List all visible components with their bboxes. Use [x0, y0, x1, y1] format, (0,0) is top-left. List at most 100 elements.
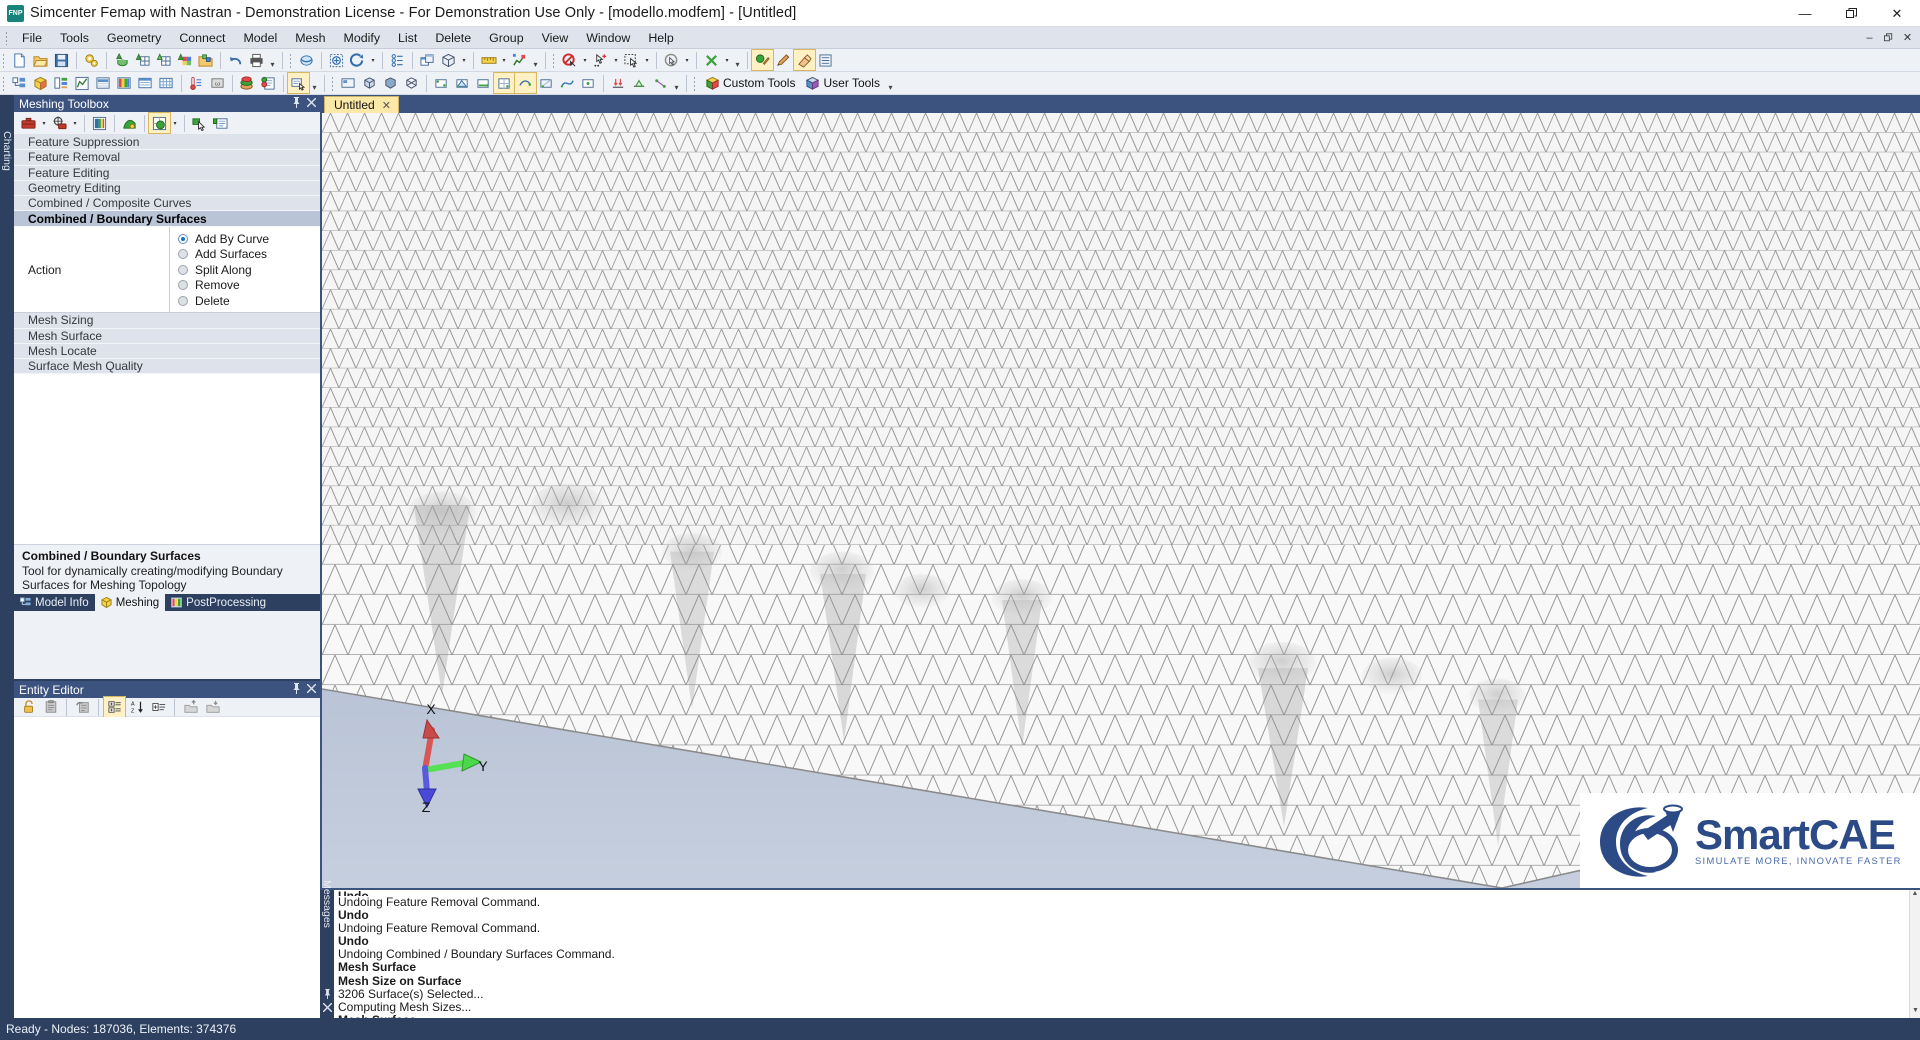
mesh-display-button[interactable] [493, 72, 516, 94]
view-cube-button[interactable] [438, 50, 459, 70]
messages-scrollbar[interactable]: ▲ ▼ [1909, 890, 1920, 1018]
pan-orbit-dropdown[interactable]: ▾ [368, 50, 378, 70]
toolbar-overflow-2[interactable]: ▾ [530, 50, 541, 70]
wireframe-button[interactable] [401, 73, 422, 93]
open-file-button[interactable] [30, 50, 51, 70]
tool-row-feature-removal[interactable]: Feature Removal [14, 150, 320, 166]
expand-all-button[interactable] [103, 696, 126, 718]
tool-row-geometry-editing[interactable]: Geometry Editing [14, 180, 320, 197]
contour-button[interactable] [114, 73, 135, 93]
undo-button[interactable] [225, 50, 246, 70]
rotate-view-button[interactable] [296, 50, 317, 70]
close-icon[interactable]: ✕ [382, 99, 391, 112]
tab-meshing[interactable]: Meshing [94, 594, 166, 612]
document-tab-untitled[interactable]: Untitled ✕ [324, 96, 399, 113]
output-sets-button[interactable]: ω [207, 73, 228, 93]
box-pick-button[interactable] [621, 50, 642, 70]
load-display-button[interactable] [608, 73, 629, 93]
measure-button[interactable] [478, 50, 499, 70]
refresh-props-button[interactable] [72, 697, 93, 717]
charting-vertical-tab[interactable]: Charting [0, 108, 14, 194]
pencil-button[interactable] [773, 50, 794, 70]
tool-row-surface-mesh-quality[interactable]: Surface Mesh Quality [14, 359, 320, 375]
close-icon[interactable] [306, 683, 317, 696]
save-entity-button[interactable] [202, 697, 223, 717]
toolbar-grip-4[interactable] [2, 75, 6, 91]
render-style-button[interactable] [359, 73, 380, 93]
curve-display-button[interactable] [557, 73, 578, 93]
save-button[interactable] [51, 50, 72, 70]
pan-orbit-button[interactable] [347, 50, 368, 70]
menu-help[interactable]: Help [639, 28, 682, 48]
radio-delete[interactable]: Delete [178, 293, 320, 309]
toolbox-button[interactable] [18, 113, 39, 133]
pin-icon[interactable] [320, 989, 334, 1003]
functions-button[interactable] [72, 73, 93, 93]
window-tile-button[interactable] [417, 50, 438, 70]
split-button[interactable] [153, 50, 174, 70]
pin-icon[interactable] [292, 682, 301, 697]
toolbar-grip-1[interactable] [2, 52, 6, 68]
no-pick-button[interactable] [559, 50, 580, 70]
circle-pick-dropdown[interactable]: ▾ [682, 50, 692, 70]
menu-mesh[interactable]: Mesh [286, 28, 334, 48]
sort-az-button[interactable]: A Z [126, 697, 147, 717]
boundary-surface-button[interactable] [148, 112, 171, 134]
tool-row-combined-composite-curves[interactable]: Combined / Composite Curves [14, 196, 320, 212]
mdi-close-button[interactable]: ✕ [1899, 30, 1916, 46]
target-toolbox-button[interactable] [49, 113, 70, 133]
element-display-button[interactable] [452, 73, 473, 93]
entity-info-button[interactable] [287, 72, 310, 94]
menu-tools[interactable]: Tools [51, 28, 98, 48]
new-file-button[interactable] [9, 50, 30, 70]
export-folder-button[interactable] [195, 50, 216, 70]
close-button[interactable]: ✕ [1874, 0, 1920, 27]
pin-icon[interactable] [292, 96, 301, 111]
menu-modify[interactable]: Modify [335, 28, 390, 48]
tool-row-mesh-locate[interactable]: Mesh Locate [14, 343, 320, 360]
view-select-button[interactable] [338, 73, 359, 93]
radio-add-surfaces[interactable]: Add Surfaces [178, 246, 320, 262]
free-edge-button[interactable] [473, 73, 494, 93]
point-display-button[interactable] [578, 73, 599, 93]
zoom-in-button[interactable] [326, 50, 347, 70]
properties-button[interactable] [51, 73, 72, 93]
clipboard-groups-button[interactable] [258, 73, 279, 93]
tool-row-feature-editing[interactable]: Feature Editing [14, 165, 320, 181]
grid-view-button[interactable] [156, 73, 177, 93]
target-toolbox-dropdown[interactable]: ▾ [70, 113, 80, 133]
postprocess-button[interactable] [509, 50, 530, 70]
lock-button[interactable] [18, 697, 39, 717]
measure-dropdown[interactable]: ▾ [499, 50, 509, 70]
mdi-restore-button[interactable] [1880, 30, 1897, 46]
more-tools-button[interactable] [815, 50, 836, 70]
node-display-button[interactable] [431, 73, 452, 93]
tool-row-mesh-surface[interactable]: Mesh Surface [14, 328, 320, 344]
toolbar-grip-2[interactable] [289, 52, 293, 68]
preferences-button[interactable] [81, 50, 102, 70]
thermal-button[interactable] [186, 73, 207, 93]
clear-pick-button[interactable] [701, 50, 722, 70]
toolbar-grip-3[interactable] [552, 52, 556, 68]
menu-delete[interactable]: Delete [426, 28, 480, 48]
tool-row-mesh-sizing[interactable]: Mesh Sizing [14, 313, 320, 329]
color-merge-button[interactable] [174, 50, 195, 70]
tab-model-info[interactable]: Model Info [14, 594, 95, 611]
connection-display-button[interactable] [650, 73, 671, 93]
add-property-button[interactable] [148, 697, 169, 717]
user-tools-button[interactable]: User Tools [800, 73, 884, 93]
custom-tools-button[interactable]: Custom Tools [700, 73, 800, 93]
menu-grip[interactable] [5, 30, 9, 45]
toolbar-overflow-3[interactable]: ▾ [732, 50, 743, 70]
boundary-surface-dropdown[interactable]: ▾ [170, 113, 180, 133]
toolbar-overflow-1[interactable]: ▾ [267, 50, 278, 70]
radio-add-by-curve[interactable]: Add By Curve [178, 231, 320, 247]
scroll-up-arrow[interactable]: ▲ [1910, 890, 1920, 901]
entity-list-button[interactable] [210, 113, 231, 133]
scroll-down-arrow[interactable]: ▼ [1910, 1007, 1920, 1018]
menu-connect[interactable]: Connect [170, 28, 234, 48]
groups-button[interactable] [237, 73, 258, 93]
print-button[interactable] [246, 50, 267, 70]
import-geometry-button[interactable] [111, 50, 132, 70]
close-icon[interactable] [320, 1002, 334, 1016]
